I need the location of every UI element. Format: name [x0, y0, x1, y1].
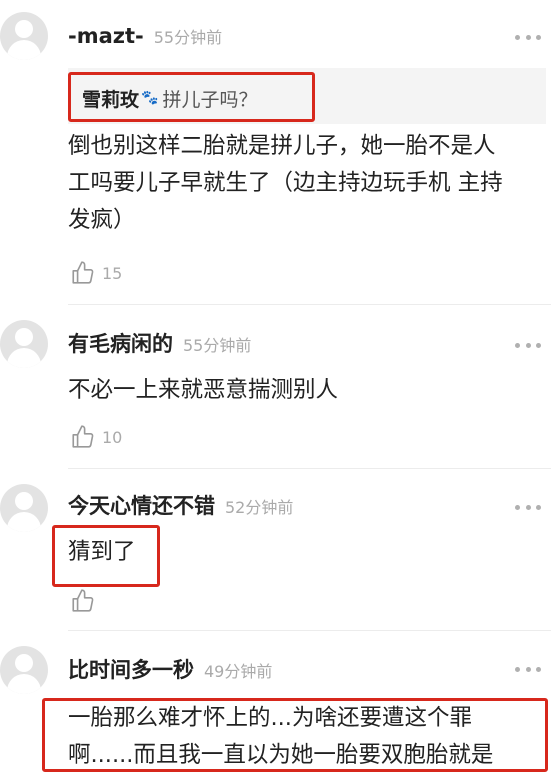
default-avatar-icon[interactable] — [0, 320, 48, 368]
comment-text-line: 不必一上来就恶意揣测别人 — [68, 377, 339, 403]
comment-text-line: 工吗要儿子早就生了（边主持边玩手机 主持 — [68, 170, 503, 196]
like-count: 15 — [102, 263, 123, 283]
username-text: 有毛病闲的 — [68, 332, 173, 356]
like-button[interactable] — [70, 588, 102, 614]
divider — [68, 468, 551, 469]
comment-time: 49分钟前 — [204, 662, 273, 681]
comment-username[interactable]: -mazt- 55分钟前 — [68, 26, 222, 47]
more-dots-icon[interactable] — [515, 666, 541, 672]
comment-time: 55分钟前 — [153, 28, 223, 47]
divider — [68, 630, 551, 631]
thumbs-up-icon — [72, 425, 94, 448]
comment-username[interactable]: 有毛病闲的 55分钟前 — [68, 334, 251, 355]
more-dots-icon[interactable] — [515, 342, 541, 348]
thumbs-up-icon — [72, 589, 94, 612]
thumbs-up-icon — [72, 261, 94, 284]
like-button[interactable]: 15 — [70, 260, 122, 286]
default-avatar-icon[interactable] — [0, 484, 48, 532]
like-button[interactable]: 10 — [70, 424, 122, 450]
more-dots-icon[interactable] — [515, 504, 541, 510]
comment-username[interactable]: 今天心情还不错 52分钟前 — [68, 496, 293, 517]
comment-username[interactable]: 比时间多一秒 49分钟前 — [68, 660, 272, 681]
default-avatar-icon[interactable] — [0, 12, 48, 60]
username-text: 比时间多一秒 — [68, 658, 194, 682]
comment-text: 不必一上来就恶意揣测别人 — [68, 372, 544, 409]
like-count: 10 — [102, 427, 123, 447]
comment-text: 倒也别这样二胎就是拼儿子，她一胎不是人 工吗要儿子早就生了（边主持边玩手机 主持… — [68, 128, 544, 239]
comment-time: 52分钟前 — [225, 498, 294, 517]
highlight-box-quote — [68, 72, 315, 122]
more-dots-icon[interactable] — [515, 34, 541, 40]
highlight-box-reply — [52, 525, 160, 587]
default-avatar-icon[interactable] — [0, 646, 48, 694]
highlight-box-long-reply — [42, 698, 548, 772]
comment-text-line: 倒也别这样二胎就是拼儿子，她一胎不是人 — [68, 133, 496, 159]
username-text: 今天心情还不错 — [68, 494, 215, 518]
divider — [68, 304, 551, 305]
username-text: -mazt- — [68, 24, 144, 48]
comment-text-line: 发疯） — [68, 207, 136, 233]
comment-time: 55分钟前 — [183, 336, 252, 355]
